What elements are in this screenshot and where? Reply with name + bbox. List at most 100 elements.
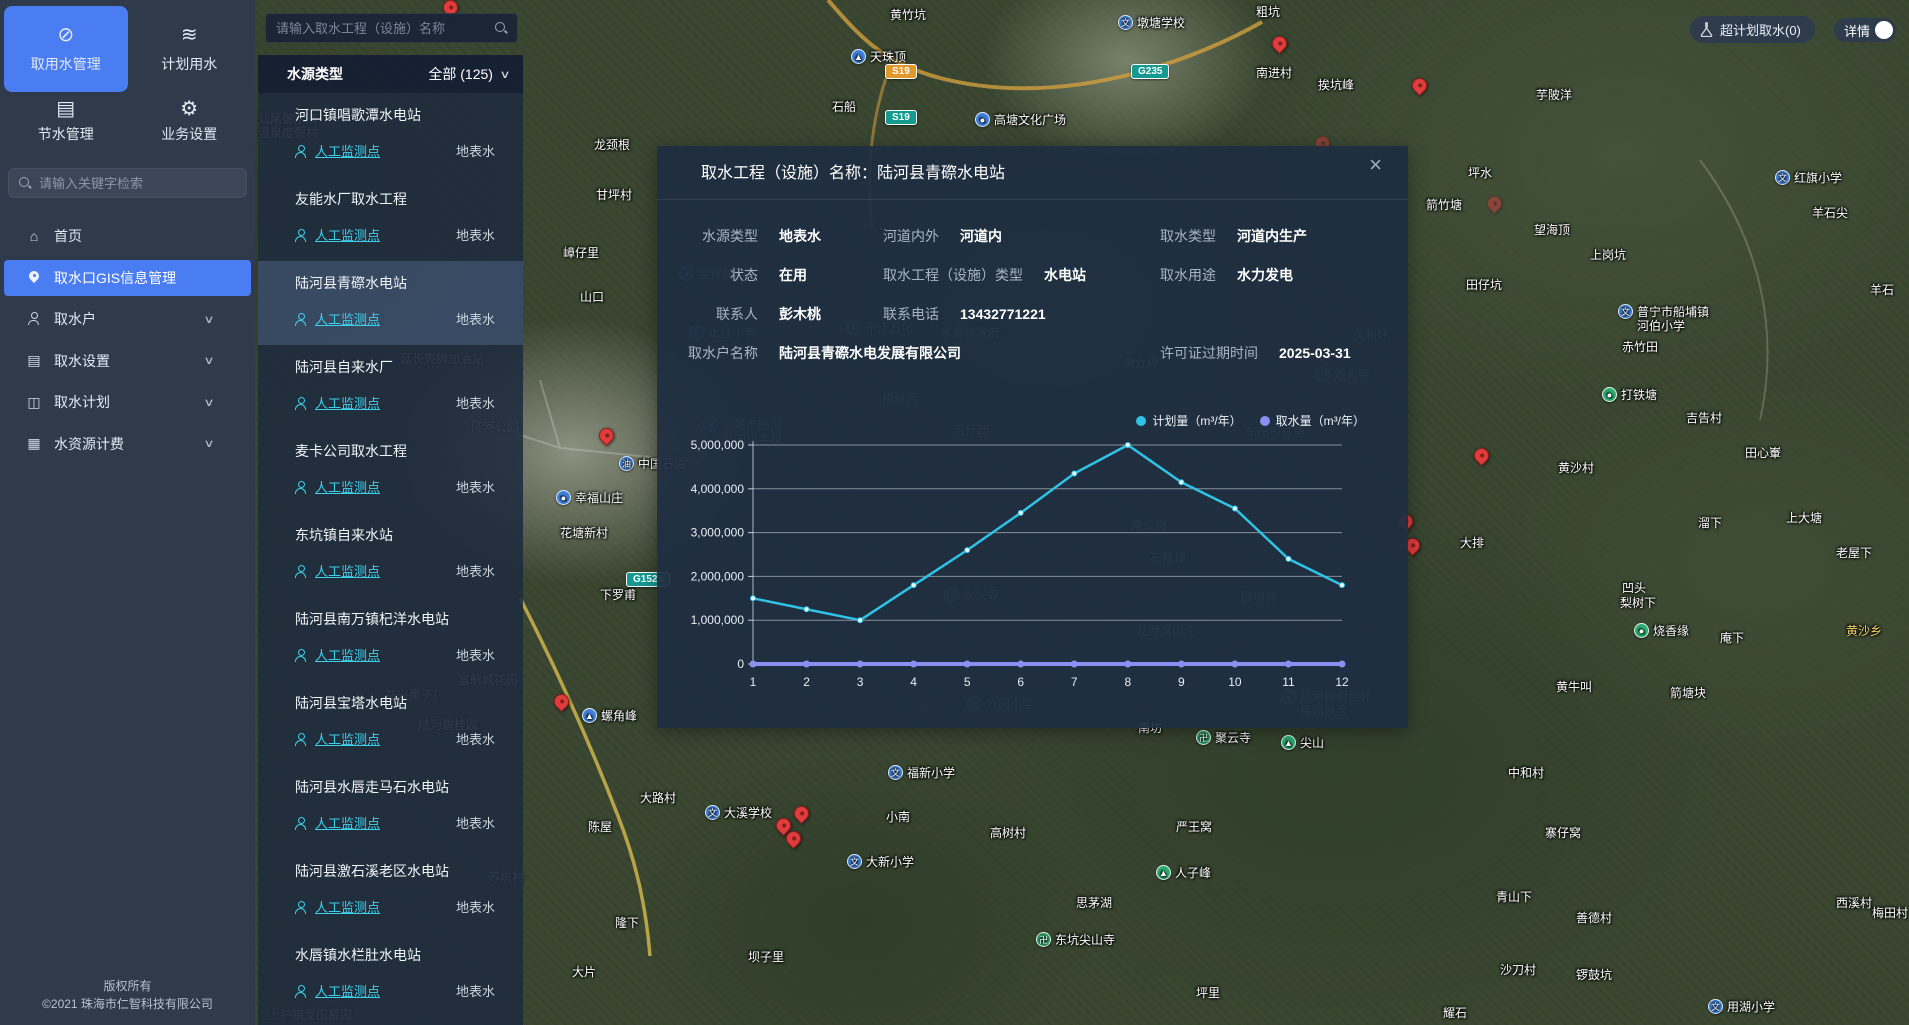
chevron-down-icon[interactable]: ∨ bbox=[203, 396, 214, 409]
map-label: 思茅湖 bbox=[1076, 896, 1112, 910]
blue-poi-icon[interactable]: 文 bbox=[1618, 304, 1633, 319]
map-label: 梨树下 bbox=[1620, 596, 1656, 610]
blue-poi-icon[interactable]: 文 bbox=[1775, 170, 1790, 185]
water-source-type: 地表水 bbox=[456, 813, 495, 832]
map-label-text: 尖山 bbox=[1300, 736, 1324, 750]
module-tiles: ⊘取用水管理≋计划用水▤节水管理⚙业务设置 bbox=[0, 0, 255, 150]
module-tile-1[interactable]: ⊘取用水管理 bbox=[4, 6, 128, 92]
station-list-item[interactable]: 陆河县激石溪老区水电站人工监测点地表水 bbox=[258, 849, 523, 933]
blue-poi-icon[interactable]: 文 bbox=[1708, 999, 1723, 1014]
water-source-type: 地表水 bbox=[456, 897, 495, 916]
green-poi-icon[interactable]: ● bbox=[1634, 623, 1649, 638]
legend-item[interactable]: 计划量（m³/年） bbox=[1136, 412, 1241, 429]
manual-monitor-link[interactable]: 人工监测点 bbox=[315, 225, 380, 244]
blue-poi-icon[interactable]: ▲ bbox=[851, 49, 866, 64]
person-icon bbox=[295, 985, 307, 997]
green-poi-icon[interactable]: 卍 bbox=[1196, 730, 1211, 745]
station-list-item[interactable]: 水唇镇水栏肚水电站人工监测点地表水 bbox=[258, 933, 523, 1017]
station-list-item[interactable]: 东坑镇自来水站人工监测点地表水 bbox=[258, 513, 523, 597]
blue-poi-icon[interactable]: ▲ bbox=[582, 708, 597, 723]
manual-monitor-link[interactable]: 人工监测点 bbox=[315, 309, 380, 328]
close-icon[interactable]: × bbox=[1369, 154, 1382, 176]
map-label-text: 大新小学 bbox=[866, 855, 914, 869]
sidebar-item-6[interactable]: ▦水资源计费∨ bbox=[4, 426, 251, 462]
legend-item[interactable]: 取水量（m³/年） bbox=[1260, 412, 1365, 429]
detail-toggle-knob[interactable] bbox=[1875, 21, 1893, 39]
person-icon bbox=[295, 565, 307, 577]
person-icon bbox=[295, 481, 307, 493]
blue-poi-icon[interactable]: 文 bbox=[847, 854, 862, 869]
station-list-item[interactable]: 河口镇唱歌潭水电站人工监测点地表水 bbox=[258, 93, 523, 177]
green-poi-icon[interactable]: 卍 bbox=[1036, 932, 1051, 947]
sidebar-item-1[interactable]: ⌂首页 bbox=[4, 218, 251, 254]
water-source-type: 地表水 bbox=[456, 645, 495, 664]
green-poi-icon[interactable]: ▲ bbox=[1281, 735, 1296, 750]
station-list-item[interactable]: 麦卡公司取水工程人工监测点地表水 bbox=[258, 429, 523, 513]
sidebar-item-4[interactable]: ▤取水设置∨ bbox=[4, 343, 251, 379]
manual-monitor-link[interactable]: 人工监测点 bbox=[315, 897, 380, 916]
module-tile-2[interactable]: ≋计划用水 bbox=[128, 6, 252, 92]
station-list-item[interactable]: 陆河县青磜水电站人工监测点地表水 bbox=[258, 261, 523, 345]
manual-monitor-link[interactable]: 人工监测点 bbox=[315, 813, 380, 832]
green-poi-icon[interactable]: ● bbox=[1602, 387, 1617, 402]
chevron-down-icon[interactable]: ∨ bbox=[203, 437, 214, 450]
station-filter-header[interactable]: 水源类型 全部 (125) ∨ bbox=[258, 55, 523, 93]
chevron-down-icon[interactable]: ∨ bbox=[499, 68, 510, 81]
detail-toggle-pill[interactable]: 详情 bbox=[1834, 18, 1896, 42]
manual-monitor-link[interactable]: 人工监测点 bbox=[315, 141, 380, 160]
map-label: 挨坑峰 bbox=[1318, 78, 1354, 92]
sidebar-item-3[interactable]: 取水户∨ bbox=[4, 301, 251, 337]
blue-poi-icon[interactable]: ● bbox=[556, 490, 571, 505]
manual-monitor-link[interactable]: 人工监测点 bbox=[315, 981, 380, 1000]
sidebar-search[interactable] bbox=[8, 168, 247, 198]
blue-poi-icon[interactable]: 油 bbox=[619, 456, 634, 471]
station-list-item[interactable]: 陆河县自来水厂人工监测点地表水 bbox=[258, 345, 523, 429]
map-label: ●高塘文化广场 bbox=[975, 113, 1066, 127]
map-marker-red-pin[interactable] bbox=[791, 803, 812, 824]
map-label-text: 陈屋 bbox=[588, 820, 612, 834]
map-marker-red-pin[interactable] bbox=[596, 425, 617, 446]
detail-row: 水源类型地表水河道内外河道内取水类型河道内生产 bbox=[657, 216, 1408, 255]
green-poi-icon[interactable]: ▲ bbox=[1156, 865, 1171, 880]
station-list-item[interactable]: 陆河县水唇走马石水电站人工监测点地表水 bbox=[258, 765, 523, 849]
sidebar-search-input[interactable] bbox=[39, 176, 236, 191]
sidebar-item-5[interactable]: ◫取水计划∨ bbox=[4, 384, 251, 420]
station-list-item[interactable]: 陆河县南万镇杞洋水电站人工监测点地表水 bbox=[258, 597, 523, 681]
plan-icon: ◫ bbox=[26, 394, 42, 411]
manual-monitor-link[interactable]: 人工监测点 bbox=[315, 561, 380, 580]
map-marker-red-pin[interactable] bbox=[1484, 193, 1505, 214]
sidebar-item-2[interactable]: 取水口GIS信息管理 bbox=[4, 260, 251, 296]
module-tile-4[interactable]: ⚙业务设置 bbox=[128, 92, 252, 150]
map-label: 西溪村 bbox=[1836, 896, 1872, 910]
station-search-input[interactable] bbox=[276, 21, 495, 36]
road-shield: G235 bbox=[1131, 64, 1169, 79]
map-label-text: 小南 bbox=[886, 810, 910, 824]
module-tile-3[interactable]: ▤节水管理 bbox=[4, 92, 128, 150]
map-label-text: 打铁塘 bbox=[1621, 388, 1657, 402]
svg-text:11: 11 bbox=[1282, 675, 1295, 689]
manual-monitor-link[interactable]: 人工监测点 bbox=[315, 393, 380, 412]
manual-monitor-link[interactable]: 人工监测点 bbox=[315, 645, 380, 664]
map-label: 沙刀村 bbox=[1500, 963, 1536, 977]
map-marker-red-pin[interactable] bbox=[551, 691, 572, 712]
svg-text:6: 6 bbox=[1017, 675, 1024, 689]
blue-poi-icon[interactable]: 文 bbox=[705, 805, 720, 820]
svg-text:1,000,000: 1,000,000 bbox=[691, 613, 745, 627]
chevron-down-icon[interactable]: ∨ bbox=[203, 313, 214, 326]
map-marker-red-pin[interactable] bbox=[1409, 75, 1430, 96]
station-list-item[interactable]: 陆河县宝塔水电站人工监测点地表水 bbox=[258, 681, 523, 765]
blue-poi-icon[interactable]: 文 bbox=[1118, 15, 1133, 30]
blue-poi-icon[interactable]: 文 bbox=[888, 765, 903, 780]
blue-poi-icon[interactable]: ● bbox=[975, 112, 990, 127]
map-marker-red-pin[interactable] bbox=[1471, 445, 1492, 466]
map-marker-red-pin[interactable] bbox=[1269, 33, 1290, 54]
over-plan-intake-pill[interactable]: 超计划取水(0) bbox=[1690, 16, 1815, 43]
station-list-item[interactable]: 友能水厂取水工程人工监测点地表水 bbox=[258, 177, 523, 261]
person-icon bbox=[295, 817, 307, 829]
chevron-down-icon[interactable]: ∨ bbox=[203, 354, 214, 367]
manual-monitor-link[interactable]: 人工监测点 bbox=[315, 729, 380, 748]
station-search[interactable] bbox=[265, 13, 518, 43]
manual-monitor-link[interactable]: 人工监测点 bbox=[315, 477, 380, 496]
map-label: 文墩塘学校 bbox=[1118, 16, 1185, 30]
filter-value[interactable]: 全部 (125) bbox=[428, 64, 493, 84]
